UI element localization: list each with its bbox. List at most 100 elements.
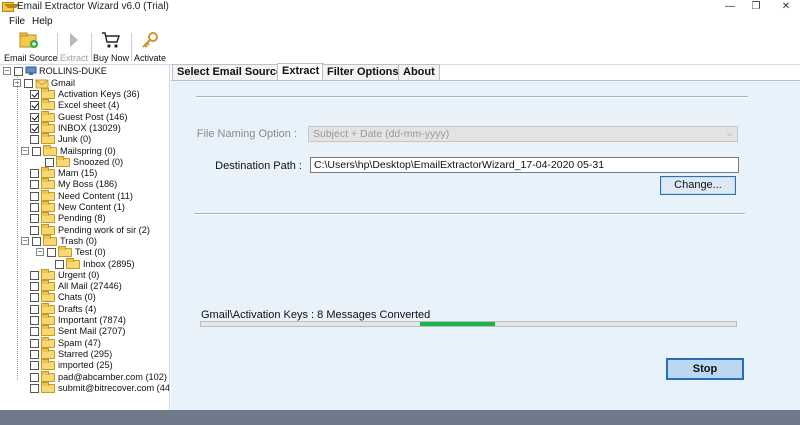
tree-node-checkbox[interactable]: [30, 361, 39, 371]
folder-icon: [41, 314, 55, 325]
stop-button[interactable]: Stop: [666, 358, 744, 380]
tree-node-folder[interactable]: New Content (1): [30, 201, 169, 213]
folder-icon: [43, 144, 57, 156]
file-naming-value: Subject + Date (dd-mm-yyyy): [313, 128, 450, 140]
folder-icon: [41, 280, 55, 292]
tree-node-folder[interactable]: Spam (47): [30, 336, 169, 349]
folder-icon: [41, 201, 55, 212]
tree-node-checkbox[interactable]: [30, 349, 39, 359]
minimize-button[interactable]: —: [718, 0, 742, 14]
tree-node-checkbox[interactable]: [30, 372, 39, 382]
tree-node-checkbox[interactable]: [30, 383, 39, 393]
tree-node-label: Inbox (2895): [83, 258, 135, 269]
tree-node-folder[interactable]: Guest Post (146): [30, 110, 169, 123]
tree-expander-icon[interactable]: −: [3, 67, 11, 75]
tree-node-checkbox[interactable]: [30, 135, 39, 145]
tree-node-folder[interactable]: Pending work of sir (2): [30, 223, 169, 236]
tree-node-checkbox[interactable]: [14, 67, 23, 76]
tree-node-folder[interactable]: Junk (0): [30, 133, 169, 145]
tree-expander-icon[interactable]: −: [21, 146, 29, 155]
tree-node-checkbox[interactable]: [30, 112, 39, 122]
tree-node-label: Mam (15): [58, 168, 98, 179]
tree-node-folder[interactable]: Urgent (0): [30, 268, 169, 281]
tree-node-folder[interactable]: Sent Mail (2707): [30, 325, 169, 337]
folder-icon: [41, 223, 55, 235]
menu-file[interactable]: File: [9, 16, 25, 27]
tree-node-folder[interactable]: Inbox (2895): [55, 257, 169, 270]
tree-node-checkbox[interactable]: [55, 259, 64, 269]
tree-node-folder[interactable]: submit@bitrecover.com (4446): [30, 381, 169, 394]
tree-node-checkbox[interactable]: [30, 90, 39, 99]
tree-node-folder[interactable]: Chats (0): [30, 291, 169, 303]
tree-node-folder[interactable]: Excel sheet (4): [30, 99, 169, 111]
close-button[interactable]: ✕: [774, 0, 798, 14]
tree-node-checkbox[interactable]: [30, 304, 39, 314]
folder-icon: [41, 381, 55, 393]
tree-node-folder[interactable]: My Boss (186): [30, 178, 169, 190]
tree-node-folder[interactable]: Pending (8): [30, 212, 169, 224]
tree-node-folder[interactable]: INBOX (13029): [30, 121, 169, 134]
file-naming-select[interactable]: Subject + Date (dd-mm-yyyy) ⌵: [308, 126, 738, 142]
tree-node-folder[interactable]: pad@abcamber.com (102): [30, 370, 169, 383]
tab-select-email-source[interactable]: Select Email Source: [172, 64, 288, 80]
tree-node-folder[interactable]: Snoozed (0): [45, 155, 169, 168]
tree-node-checkbox[interactable]: [45, 157, 54, 167]
tree-node-checkbox[interactable]: [30, 270, 39, 280]
folder-icon: [41, 268, 55, 280]
tree-node-checkbox[interactable]: [30, 293, 39, 303]
tab-extract[interactable]: Extract: [277, 63, 325, 80]
tree-node-gmail[interactable]: − Gmail: [13, 78, 169, 89]
tab-strip: Select Email Source Extract Filter Optio…: [171, 63, 800, 80]
tree-node-folder[interactable]: − Test (0): [36, 246, 169, 258]
tree-node-checkbox[interactable]: [30, 214, 39, 224]
tree-node-checkbox[interactable]: [30, 169, 39, 179]
tree-node-folder[interactable]: All Mail (27446): [30, 280, 169, 292]
activate-button[interactable]: Activate: [133, 31, 167, 63]
change-button[interactable]: Change...: [660, 176, 736, 195]
menu-help[interactable]: Help: [32, 16, 53, 27]
tree-node-checkbox[interactable]: [30, 338, 39, 348]
tab-about[interactable]: About: [398, 64, 440, 80]
tree-node-label: Activation Keys (36): [58, 89, 140, 99]
email-source-label: Email Source: [4, 53, 58, 63]
divider-middle: [194, 213, 745, 215]
tree-node-checkbox[interactable]: [30, 101, 39, 111]
tree-node-checkbox[interactable]: [32, 236, 41, 246]
tree-node-checkbox[interactable]: [30, 316, 39, 325]
tree-node-label: Drafts (4): [58, 303, 97, 314]
tree-node-folder[interactable]: imported (25): [30, 359, 169, 371]
tree-node-folder[interactable]: Drafts (4): [30, 302, 169, 315]
extract-panel: File Naming Option : Subject + Date (dd-…: [171, 80, 800, 410]
tree-node-folder[interactable]: − Mailspring (0): [21, 144, 169, 157]
tab-filter-options[interactable]: Filter Options: [322, 64, 404, 80]
title-bar: Email Extractor Wizard v6.0 (Trial) — ❐ …: [0, 0, 800, 14]
tree-node-checkbox[interactable]: [30, 282, 39, 292]
tree-node-checkbox[interactable]: [30, 123, 39, 133]
email-source-button[interactable]: Email Source: [4, 31, 58, 63]
tree-node-checkbox[interactable]: [30, 191, 39, 201]
folder-icon: [41, 291, 55, 303]
tree-node-folder[interactable]: Need Content (11): [30, 189, 169, 202]
tree-node-folder[interactable]: − Trash (0): [21, 234, 169, 247]
buy-now-button[interactable]: Buy Now: [93, 31, 129, 63]
folder-tree: − ROLLINS-DUKE − Gmail Activation Keys (36) E…: [0, 65, 170, 410]
folder-icon: [41, 336, 55, 348]
tree-expander-icon[interactable]: −: [21, 236, 29, 245]
tree-node-folder[interactable]: Activation Keys (36): [30, 88, 169, 100]
tree-node-checkbox[interactable]: [32, 146, 41, 156]
destination-path-input[interactable]: C:\Users\hp\Desktop\EmailExtractorWizard…: [310, 157, 739, 173]
tree-node-folder[interactable]: Starred (295): [30, 347, 169, 360]
tree-node-checkbox[interactable]: [30, 225, 39, 235]
tree-node-checkbox[interactable]: [47, 248, 56, 258]
restore-button[interactable]: ❐: [744, 0, 768, 14]
tree-expander-icon[interactable]: −: [36, 248, 44, 257]
tree-node-checkbox[interactable]: [30, 180, 39, 190]
tree-node-folder[interactable]: Mam (15): [30, 167, 169, 179]
extract-button[interactable]: Extract: [59, 31, 89, 63]
tree-node-checkbox[interactable]: [24, 78, 33, 88]
tree-node-checkbox[interactable]: [30, 327, 39, 337]
window-title: Email Extractor Wizard v6.0 (Trial): [17, 1, 169, 12]
tree-node-checkbox[interactable]: [30, 203, 39, 212]
tree-node-folder[interactable]: Important (7874): [30, 314, 169, 326]
tree-node-root[interactable]: − ROLLINS-DUKE: [3, 66, 169, 77]
